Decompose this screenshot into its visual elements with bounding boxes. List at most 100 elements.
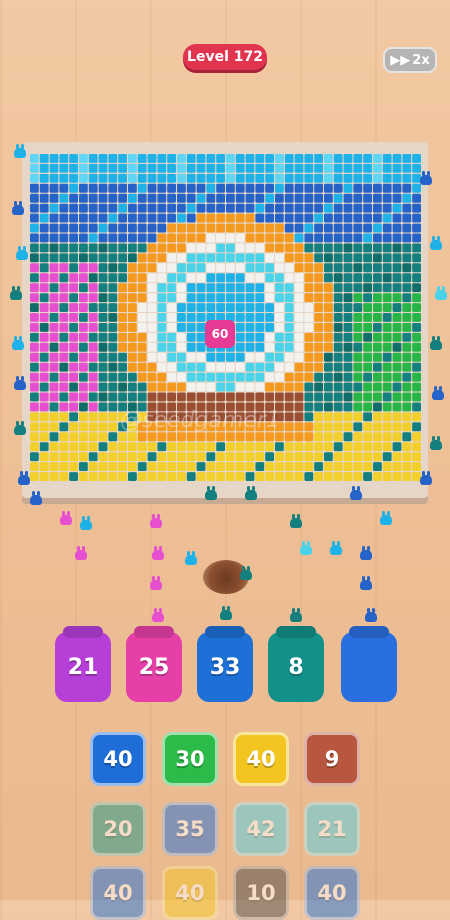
pixel-block — [402, 193, 412, 203]
pixel-block — [402, 253, 412, 263]
pixel-block — [118, 213, 127, 223]
pixel-block — [363, 163, 372, 173]
pixel-block — [392, 332, 402, 342]
pixel-block — [49, 332, 59, 342]
pixel-block — [196, 462, 206, 471]
pixel-block — [353, 402, 363, 412]
pixel-block — [196, 183, 206, 193]
pixel-block — [108, 332, 118, 342]
pixel-block — [275, 253, 284, 263]
color-tile[interactable]: 40 — [90, 732, 146, 786]
pixel-block — [235, 442, 245, 452]
pixel-block — [196, 342, 206, 352]
pixel-block — [275, 432, 284, 442]
pixel-block — [235, 263, 245, 273]
pixel-block — [363, 362, 372, 372]
pixel-block — [167, 263, 176, 273]
pixel-block — [157, 223, 167, 233]
pixel-block — [373, 352, 382, 362]
pixel-block — [353, 362, 363, 372]
collector-jar[interactable]: 33 — [197, 632, 253, 702]
collector-jar[interactable]: 21 — [55, 632, 111, 702]
pixel-block — [382, 452, 392, 462]
color-tile: 40 — [90, 866, 146, 920]
speed-toggle-button[interactable]: ▶▶ 2x — [383, 47, 437, 73]
pixel-block — [294, 183, 304, 193]
pixel-block — [88, 313, 98, 322]
pixel-block — [59, 193, 69, 203]
pixel-block — [373, 183, 382, 193]
pixel-block — [373, 253, 382, 263]
pixel-block — [402, 462, 412, 471]
pixel-block — [324, 213, 333, 223]
pixel-block — [343, 233, 353, 243]
pixel-block — [382, 243, 392, 253]
pixel-block — [235, 283, 245, 293]
collector-jar[interactable]: 25 — [126, 632, 182, 702]
pixel-block — [392, 362, 402, 372]
color-tile[interactable]: 9 — [304, 732, 360, 786]
pixel-block — [304, 293, 314, 303]
pixel-block — [304, 154, 314, 163]
pixel-block — [255, 183, 265, 193]
pixel-block — [363, 332, 372, 342]
pixel-block — [108, 303, 118, 312]
pixel-block — [235, 193, 245, 203]
pixel-block — [147, 283, 157, 293]
pixel-block — [137, 163, 147, 173]
pixel-block — [69, 323, 78, 332]
pixel-block — [69, 283, 78, 293]
target-badge: 60 — [205, 320, 235, 348]
pixel-block — [59, 442, 69, 452]
pixel-block — [226, 303, 235, 312]
pixel-block — [275, 233, 284, 243]
pixel-block — [284, 243, 294, 253]
pixel-block — [186, 243, 196, 253]
pixel-block — [402, 452, 412, 462]
pixel-block — [402, 163, 412, 173]
pixel-block — [304, 213, 314, 223]
pixel-block — [216, 303, 225, 312]
pixel-block — [343, 382, 353, 392]
pixel-block — [177, 283, 186, 293]
pixel-block — [79, 452, 88, 462]
pixel-block — [226, 243, 235, 253]
pixel-block — [30, 233, 39, 243]
pixel-block — [265, 223, 274, 233]
pixel-block — [30, 323, 39, 332]
pixel-block — [324, 293, 333, 303]
pixel-block — [373, 452, 382, 462]
creature — [12, 201, 24, 215]
pixel-block — [304, 233, 314, 243]
pixel-block — [304, 223, 314, 233]
pixel-block — [265, 213, 274, 223]
pixel-block — [353, 253, 363, 263]
collector-jar[interactable]: 8 — [268, 632, 324, 702]
empty-jar-slot[interactable] — [341, 632, 397, 702]
pixel-block — [382, 392, 392, 402]
pixel-block — [118, 263, 127, 273]
pixel-block — [373, 273, 382, 283]
pixel-block — [157, 154, 167, 163]
pixel-block — [186, 223, 196, 233]
pixel-block — [147, 193, 157, 203]
pixel-block — [363, 283, 372, 293]
pixel-block — [402, 223, 412, 233]
pixel-block — [245, 263, 255, 273]
pixel-block — [275, 332, 284, 342]
pixel-block — [79, 422, 88, 432]
pixel-block — [294, 432, 304, 442]
color-tile[interactable]: 30 — [162, 732, 218, 786]
creature — [290, 608, 302, 622]
pixel-block — [186, 332, 196, 342]
pixel-block — [275, 323, 284, 332]
pixel-block — [59, 352, 69, 362]
pixel-block — [49, 392, 59, 402]
pixel-block — [79, 332, 88, 342]
pixel-block — [275, 243, 284, 253]
pixel-block — [177, 392, 186, 402]
pixel-block — [402, 412, 412, 422]
pixel-block — [275, 193, 284, 203]
pixel-block — [275, 283, 284, 293]
color-tile[interactable]: 40 — [233, 732, 289, 786]
